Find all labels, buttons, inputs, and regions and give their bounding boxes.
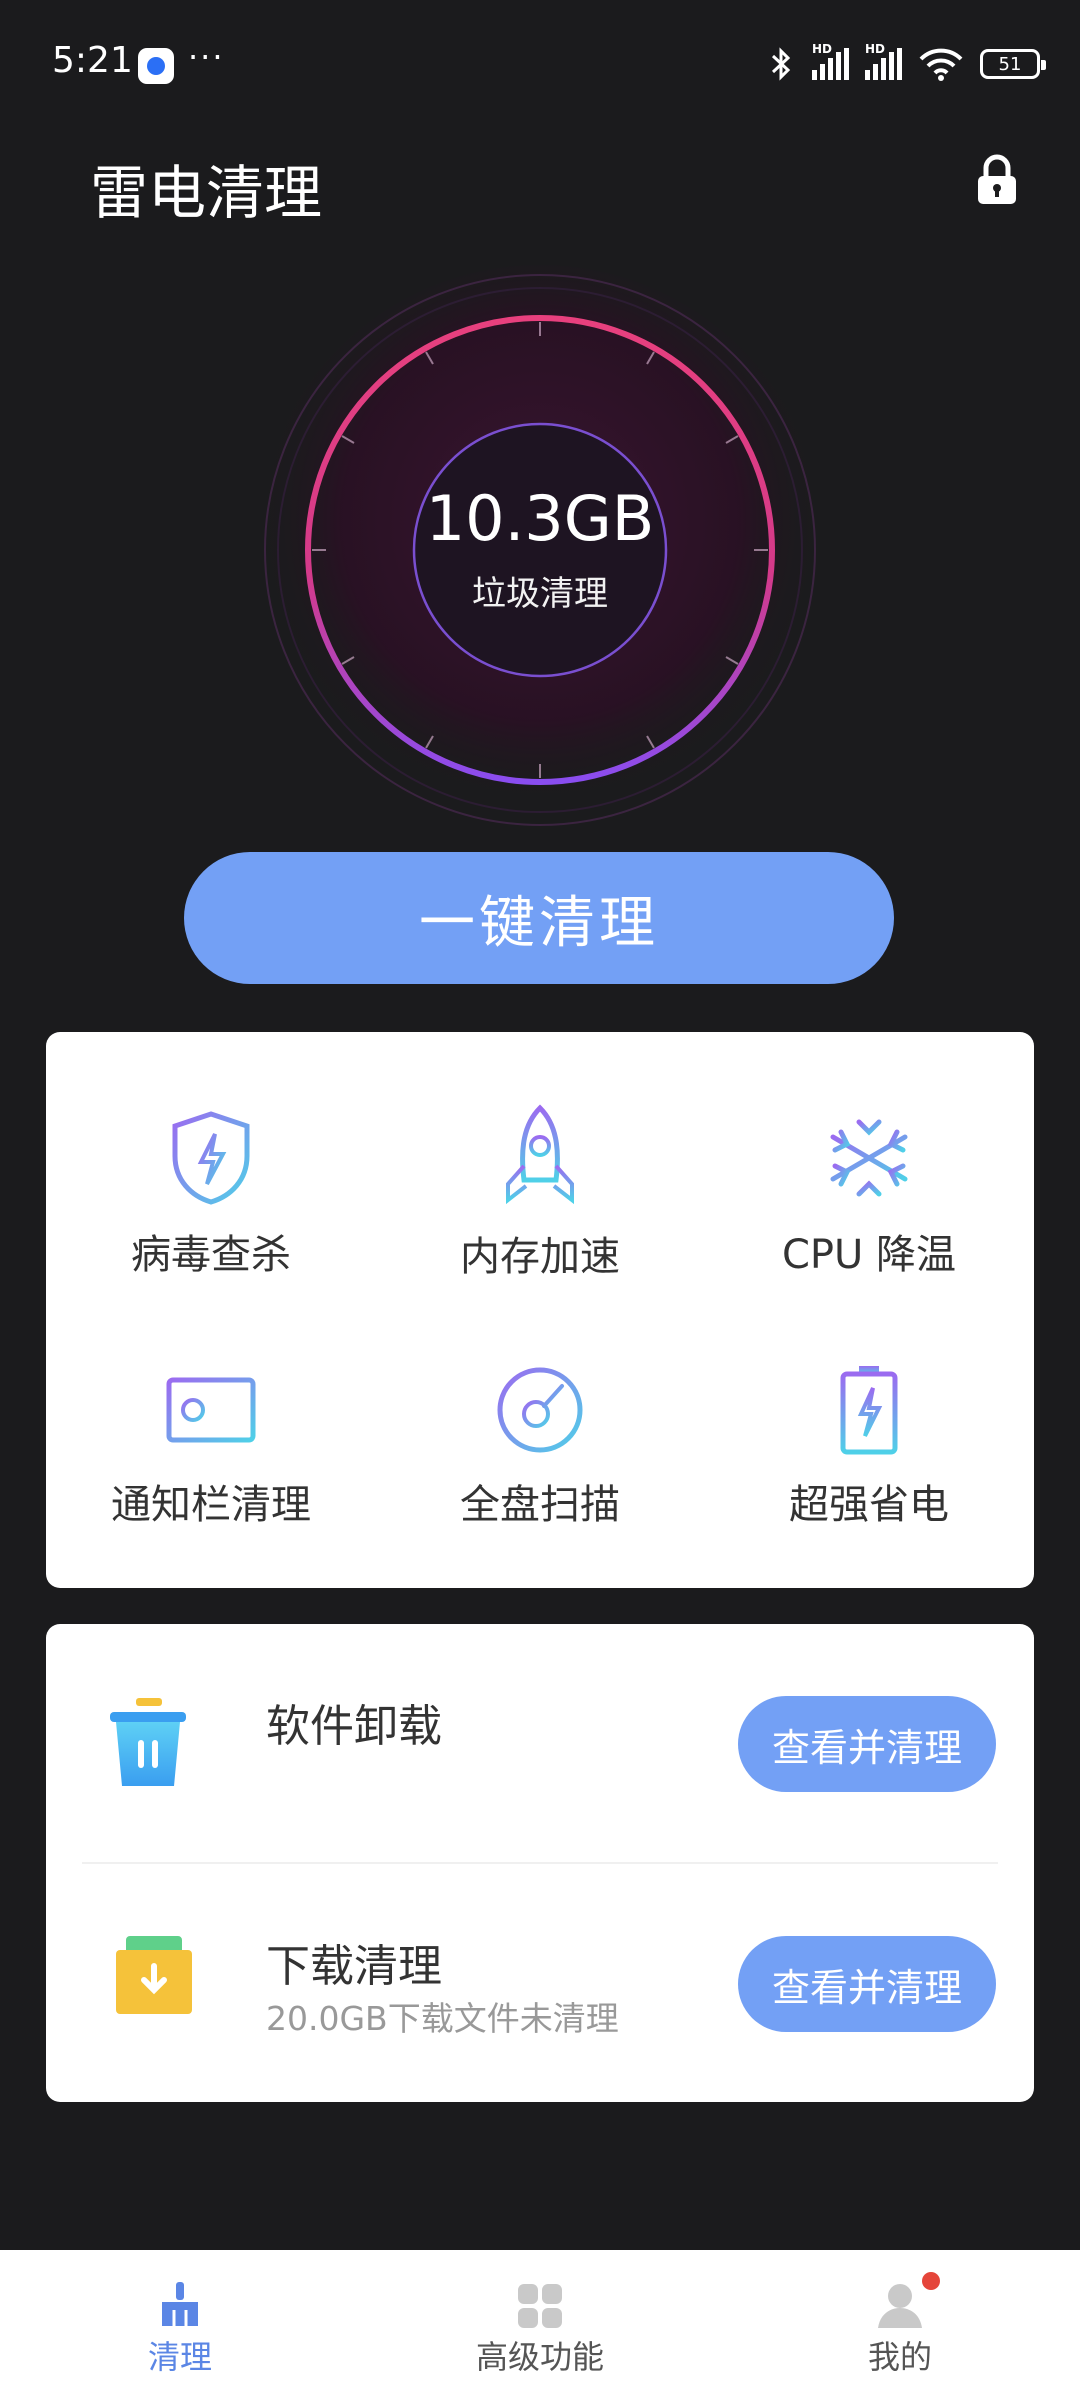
broom-icon xyxy=(162,2282,198,2326)
junk-clean-label: 垃圾清理 xyxy=(472,574,608,614)
feature-power-saving[interactable]: 超强省电 xyxy=(704,1364,1034,1530)
feature-label: 内存加速 xyxy=(460,1234,620,1280)
feature-grid: 病毒查杀 内存加速 CPU 降温 通知栏清理 全盘扫描 超强省电 xyxy=(46,1032,1034,1588)
tab-label: 我的 xyxy=(867,2338,932,2376)
list-item-download-clean: 下载清理 20.0GB下载文件未清理 查看并清理 xyxy=(46,1864,1034,2102)
tab-label: 高级功能 xyxy=(475,2338,604,2376)
bottom-nav: 清理 高级功能 我的 xyxy=(0,2250,1080,2400)
list-item-app-uninstall: 软件卸载 查看并清理 xyxy=(46,1624,1034,1862)
action-title: 下载清理 xyxy=(266,1941,442,1992)
tab-label: 清理 xyxy=(147,2338,212,2376)
snowflake-icon xyxy=(830,1113,908,1203)
more-notifications-icon: ··· xyxy=(188,38,225,76)
app-notification-icon xyxy=(138,48,174,84)
bluetooth-icon xyxy=(771,47,791,81)
rocket-icon xyxy=(506,1104,574,1205)
notification-card-icon xyxy=(166,1377,256,1443)
feature-label: 全盘扫描 xyxy=(460,1482,620,1528)
lock-icon[interactable] xyxy=(976,154,1018,206)
wifi-icon xyxy=(919,48,963,81)
feature-notification-clean[interactable]: 通知栏清理 xyxy=(46,1364,376,1530)
battery-bolt-icon xyxy=(840,1366,898,1455)
page-title: 雷电清理 xyxy=(90,159,323,227)
signal-hd-label: HD xyxy=(865,42,886,56)
grid-icon xyxy=(518,2284,562,2328)
battery-indicator: 51 xyxy=(980,49,1046,79)
feature-label: CPU 降温 xyxy=(781,1232,957,1278)
trash-bin-icon xyxy=(110,1698,186,1786)
tab-clean[interactable]: 清理 xyxy=(0,2250,360,2400)
status-time: 5:21 xyxy=(52,40,133,81)
disk-scan-icon xyxy=(497,1367,583,1453)
view-and-clean-button[interactable]: 查看并清理 xyxy=(738,1696,996,1792)
feature-virus-scan[interactable]: 病毒查杀 xyxy=(46,1110,376,1280)
tab-advanced[interactable]: 高级功能 xyxy=(360,2250,720,2400)
signal-icon: HD xyxy=(812,42,849,80)
signal-icon: HD xyxy=(865,42,902,80)
feature-memory-boost[interactable]: 内存加速 xyxy=(375,1104,705,1282)
status-icons: HD HD 51 xyxy=(766,42,1046,82)
feature-label: 超强省电 xyxy=(789,1482,949,1528)
view-and-clean-button[interactable]: 查看并清理 xyxy=(738,1936,996,2032)
feature-cpu-cooling[interactable]: CPU 降温 xyxy=(704,1110,1034,1280)
feature-label: 通知栏清理 xyxy=(111,1482,311,1528)
feature-full-disk-scan[interactable]: 全盘扫描 xyxy=(375,1364,705,1530)
junk-size-value: 10.3GB xyxy=(425,482,655,555)
signal-hd-label: HD xyxy=(812,42,833,56)
action-subtitle: 20.0GB下载文件未清理 xyxy=(266,1999,619,2038)
shield-bolt-icon xyxy=(172,1111,250,1205)
action-title: 软件卸载 xyxy=(266,1701,442,1752)
tab-mine[interactable]: 我的 xyxy=(720,2250,1080,2400)
feature-label: 病毒查杀 xyxy=(131,1232,291,1278)
notification-badge xyxy=(922,2272,940,2290)
user-icon xyxy=(878,2284,922,2328)
download-box-icon xyxy=(116,1936,192,2014)
one-click-clean-button[interactable]: 一键清理 xyxy=(184,852,894,984)
cleanup-actions: 软件卸载 查看并清理 下载清理 20.0GB下载文件未清理 查看并清理 xyxy=(46,1624,1034,2102)
